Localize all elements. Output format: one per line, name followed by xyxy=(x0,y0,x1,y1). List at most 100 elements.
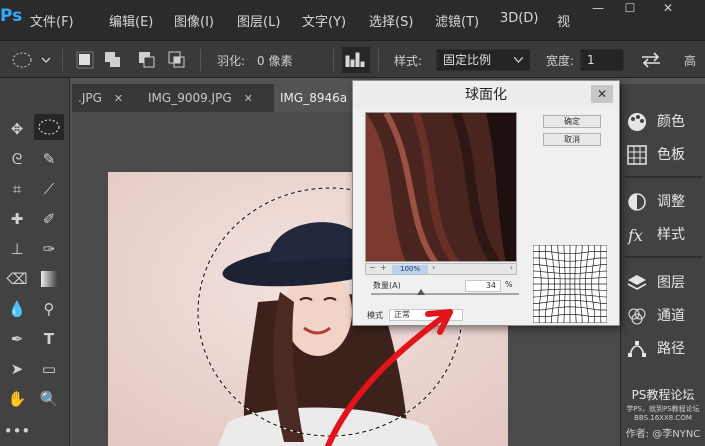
layers-icon xyxy=(627,275,647,290)
ok-button[interactable]: 确定 xyxy=(543,115,601,128)
crop-tool-icon[interactable]: ⌗ xyxy=(2,176,32,202)
cancel-button[interactable]: 取消 xyxy=(543,133,601,146)
scroll-right-icon[interactable]: › xyxy=(510,263,513,272)
panel-paths[interactable]: 路径 xyxy=(621,336,705,362)
style-select[interactable]: 固定比例 xyxy=(436,49,530,71)
zoom-out-icon[interactable]: − xyxy=(369,263,376,272)
panel-label: 通道 xyxy=(657,308,685,324)
watermark: PS教程论坛 学PS，就到PS教程论坛 BBS.16XX8.COM 作者: @李… xyxy=(622,386,704,440)
lasso-tool-icon[interactable]: ᘓ xyxy=(2,146,32,172)
zoom-in-icon[interactable]: + xyxy=(380,263,387,272)
width-field[interactable]: 1 xyxy=(580,49,624,71)
options-bar: 羽化: 0 像素 样式: 固定比例 宽度: 1 高 xyxy=(0,40,705,78)
styles-icon: fx xyxy=(627,226,643,245)
adjustments-icon xyxy=(628,193,646,211)
zoom-level[interactable]: 100% xyxy=(392,265,428,274)
palette-icon xyxy=(628,113,646,131)
menu-edit[interactable]: 编辑(E) xyxy=(109,11,153,30)
amount-unit: % xyxy=(505,280,513,289)
quick-selection-tool-icon[interactable]: ✎ xyxy=(34,146,64,172)
more-tools-icon[interactable]: ••• xyxy=(2,418,32,444)
clone-stamp-tool-icon[interactable]: ⊥ xyxy=(2,236,32,262)
scroll-left-icon[interactable]: ‹ xyxy=(432,263,435,272)
dialog-close-button[interactable]: ✕ xyxy=(591,85,613,103)
amount-label: 数量(A) xyxy=(373,281,401,290)
panel-label: 色板 xyxy=(657,147,685,163)
menu-image[interactable]: 图像(I) xyxy=(174,11,214,30)
feather-value[interactable]: 0 像素 xyxy=(257,52,292,69)
tab-doc-1[interactable]: .JPG ✕ xyxy=(72,84,134,112)
watermark-author: 作者: @李NYNC xyxy=(625,429,701,440)
tab-doc-2[interactable]: IMG_9009.JPG ✕ xyxy=(142,84,272,112)
close-window-button[interactable]: ✕ xyxy=(654,0,682,18)
elliptical-marquee-tool-icon[interactable] xyxy=(34,114,64,140)
panel-styles[interactable]: fx 样式 xyxy=(621,222,705,248)
brush-tool-icon[interactable]: ✐ xyxy=(34,206,64,232)
intersect-selection-icon[interactable] xyxy=(168,51,186,69)
new-selection-icon[interactable] xyxy=(76,51,94,69)
menu-bar: Ps 文件(F) 编辑(E) 图像(I) 图层(L) 文字(Y) 选择(S) 滤… xyxy=(0,0,705,40)
ps-logo: Ps xyxy=(0,6,23,26)
pen-tool-icon[interactable]: ✒ xyxy=(2,326,32,352)
minimize-button[interactable]: — xyxy=(584,0,612,18)
toolbox: ✥ ᘓ ✎ ⌗ ⟋ ✚ ✐ ⊥ ✑ ⌫ 💧 ⚲ ✒ T ➤ ▭ ✋ 🔍 ••• xyxy=(0,78,70,446)
panel-color[interactable]: 颜色 xyxy=(621,109,705,135)
zoom-tool-icon[interactable]: 🔍 xyxy=(34,386,64,412)
menu-3d[interactable]: 3D(D) xyxy=(500,11,538,26)
spherize-grid-preview xyxy=(533,245,607,323)
amount-field[interactable]: 34 xyxy=(465,280,501,292)
preview-zoom-bar: − + 100% ‹ › xyxy=(365,263,517,275)
feather-label: 羽化: xyxy=(217,54,246,68)
blur-tool-icon[interactable]: 💧 xyxy=(2,296,32,322)
panel-separator xyxy=(625,176,703,178)
swap-icon[interactable] xyxy=(640,51,662,69)
amount-slider-track[interactable] xyxy=(371,293,519,295)
panel-label: 路径 xyxy=(657,341,685,357)
eraser-tool-icon[interactable]: ⌫ xyxy=(2,266,32,292)
options-separator xyxy=(378,49,379,71)
panel-swatches[interactable]: 色板 xyxy=(621,142,705,168)
annotation-arrow xyxy=(325,309,453,446)
spherize-dialog: 球面化 ✕ − + 100% ‹ › 确定 取消 数量(A) 34 % 模式 正… xyxy=(352,80,620,326)
close-tab-icon[interactable]: ✕ xyxy=(114,85,123,113)
panel-label: 样式 xyxy=(657,227,685,243)
ellipse-marquee-preset-icon[interactable] xyxy=(10,51,54,69)
subtract-selection-icon[interactable] xyxy=(138,51,156,69)
healing-brush-tool-icon[interactable]: ✚ xyxy=(2,206,32,232)
height-label: 高 xyxy=(684,54,697,68)
panel-adjustments[interactable]: 调整 xyxy=(621,189,705,215)
paths-icon xyxy=(628,341,646,357)
panel-channels[interactable]: 通道 xyxy=(621,303,705,329)
width-label: 宽度: xyxy=(546,54,575,68)
tab-doc-3[interactable]: IMG_8946a xyxy=(274,84,364,112)
menu-type[interactable]: 文字(Y) xyxy=(302,11,346,30)
style-value: 固定比例 xyxy=(443,53,492,67)
move-tool-icon[interactable]: ✥ xyxy=(2,116,32,142)
hand-tool-icon[interactable]: ✋ xyxy=(2,386,32,412)
dodge-tool-icon[interactable]: ⚲ xyxy=(34,296,64,322)
options-separator xyxy=(62,49,63,71)
swatches-icon xyxy=(627,145,647,165)
maximize-button[interactable]: ☐ xyxy=(616,0,644,18)
rectangle-tool-icon[interactable]: ▭ xyxy=(34,356,64,382)
filter-preview[interactable] xyxy=(365,112,517,262)
path-selection-tool-icon[interactable]: ➤ xyxy=(2,356,32,382)
add-selection-icon[interactable] xyxy=(104,51,122,69)
type-tool-icon[interactable]: T xyxy=(34,326,64,352)
history-brush-tool-icon[interactable]: ✑ xyxy=(34,236,64,262)
panel-layers[interactable]: 图层 xyxy=(621,270,705,296)
arrow-shaft xyxy=(325,309,453,446)
photoshop-window: Ps 文件(F) 编辑(E) 图像(I) 图层(L) 文字(Y) 选择(S) 滤… xyxy=(0,0,705,446)
close-tab-icon[interactable]: ✕ xyxy=(244,85,253,113)
hair-preview-image xyxy=(366,113,516,261)
menu-view[interactable]: 视 xyxy=(557,11,570,30)
menu-select[interactable]: 选择(S) xyxy=(369,11,413,30)
gradient-tool-icon[interactable] xyxy=(34,266,64,292)
eyedropper-tool-icon[interactable]: ⟋ xyxy=(34,176,64,202)
panel-separator xyxy=(625,256,703,258)
anti-alias-icon[interactable] xyxy=(342,47,370,73)
amount-slider-thumb[interactable] xyxy=(417,289,426,295)
menu-file[interactable]: 文件(F) xyxy=(30,11,74,30)
menu-filter[interactable]: 滤镜(T) xyxy=(435,11,479,30)
menu-layer[interactable]: 图层(L) xyxy=(237,11,280,30)
